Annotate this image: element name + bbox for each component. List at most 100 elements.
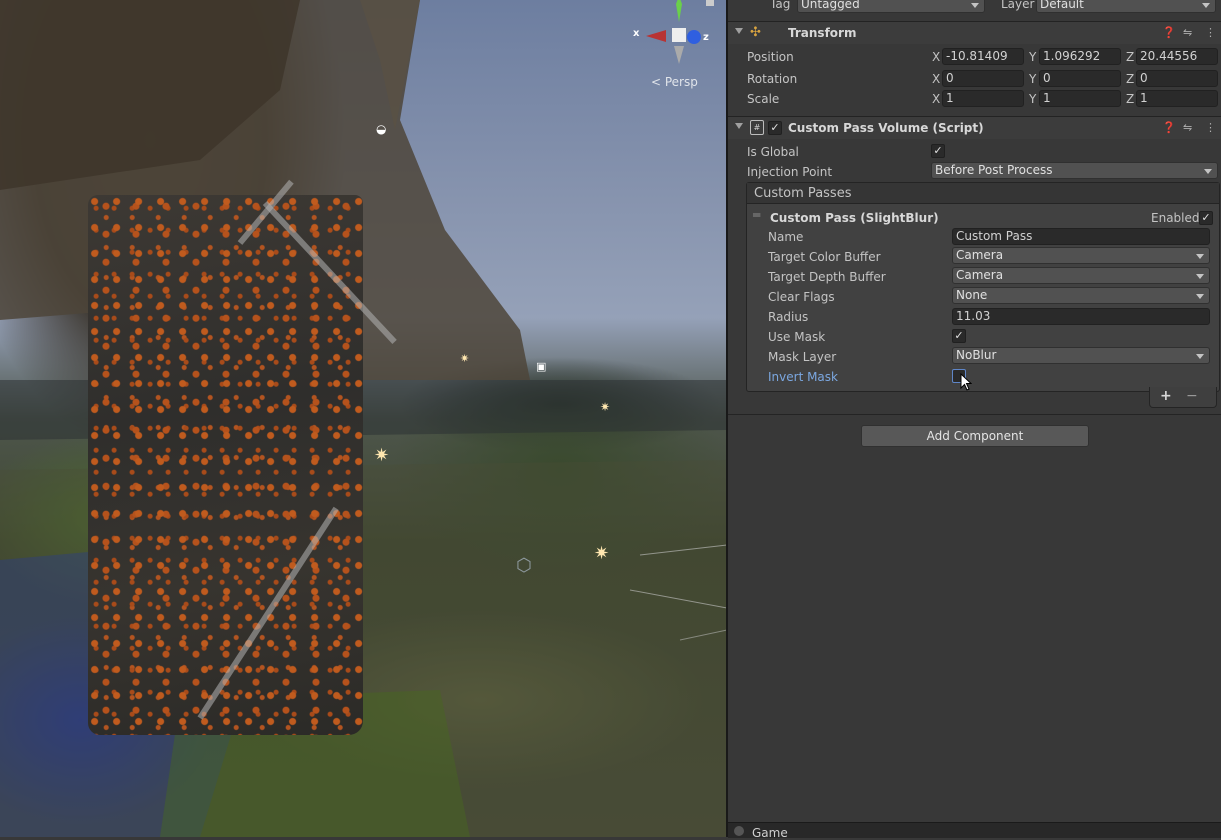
chevron-down-icon xyxy=(1204,169,1212,174)
invert-mask-label: Invert Mask xyxy=(768,370,838,384)
rotation-z-field[interactable]: 0 xyxy=(1136,70,1218,87)
custom-passes-list: Custom Passes ═ Custom Pass (SlightBlur)… xyxy=(746,182,1220,392)
is-global-checkbox[interactable]: ✓ xyxy=(931,144,945,158)
list-add-remove-footer: + − xyxy=(1149,387,1217,408)
use-mask-label: Use Mask xyxy=(768,330,826,344)
axis-z-label[interactable]: Z xyxy=(1126,50,1134,64)
projection-toggle[interactable]: < Persp xyxy=(651,75,698,89)
clear-flags-row: Clear Flags None xyxy=(747,287,1219,307)
component-separator xyxy=(728,414,1221,415)
enabled-label: Enabled xyxy=(1151,211,1200,225)
target-color-buffer-dropdown[interactable]: Camera xyxy=(952,247,1210,264)
light-gizmo-icon[interactable]: ✷ xyxy=(600,398,610,416)
axis-y-label[interactable]: Y xyxy=(1029,50,1036,64)
game-tab-icon xyxy=(734,826,744,836)
position-y-field[interactable]: 1.096292 xyxy=(1039,48,1121,65)
custom-pass-enabled-checkbox[interactable]: ✓ xyxy=(1199,211,1213,225)
custom-pass-volume-header[interactable]: # ✓ Custom Pass Volume (Script) ❓ ⇋ ⋮ xyxy=(728,116,1221,139)
gizmo-axis-x-label: x xyxy=(633,28,640,39)
add-pass-button[interactable]: + xyxy=(1160,388,1172,404)
is-global-row: Is Global ✓ xyxy=(728,142,1221,162)
rotation-row: Rotation X 0 Y 0 Z 0 xyxy=(728,69,1221,89)
transform-header[interactable]: ✣ Transform ❓ ⇋ ⋮ xyxy=(728,21,1221,44)
scene-view[interactable]: ✷ ✷ ✷ ✷ ◒ ▣ ⬡ x z < Persp xyxy=(0,0,727,837)
game-tab-bar: Game xyxy=(728,822,1221,840)
pass-name-label: Name xyxy=(768,230,804,244)
custom-passes-header: Custom Passes xyxy=(747,183,1219,204)
camera-gizmo-icon[interactable]: ▣ xyxy=(536,358,546,376)
mouse-cursor-icon xyxy=(960,373,972,391)
script-icon: # xyxy=(750,120,764,135)
injection-point-dropdown[interactable]: Before Post Process xyxy=(931,162,1218,179)
chevron-down-icon xyxy=(1196,354,1204,359)
position-x-field[interactable]: -10.81409 xyxy=(942,48,1024,65)
pass-name-row: Name Custom Pass xyxy=(747,227,1219,247)
scale-row: Scale X 1 Y 1 Z 1 xyxy=(728,89,1221,109)
component-enabled-checkbox[interactable]: ✓ xyxy=(768,121,782,135)
position-row: Position X -10.81409 Y 1.096292 Z 20.445… xyxy=(728,47,1221,67)
light-gizmo-icon[interactable]: ✷ xyxy=(594,545,609,563)
kebab-menu-icon[interactable]: ⋮ xyxy=(1205,121,1216,134)
tag-dropdown-value: Untagged xyxy=(801,0,860,11)
presets-icon[interactable]: ⇋ xyxy=(1183,26,1192,39)
mask-layer-row: Mask Layer NoBlur xyxy=(747,347,1219,367)
axis-z-label[interactable]: Z xyxy=(1126,92,1134,106)
pass-name-input[interactable]: Custom Pass xyxy=(952,228,1210,245)
clear-flags-value: None xyxy=(956,288,988,302)
probe-gizmo-icon[interactable]: ◒ xyxy=(376,120,386,138)
tag-dropdown[interactable]: Untagged xyxy=(797,0,985,13)
volume-gizmo-icon[interactable]: ⬡ xyxy=(516,557,532,575)
mask-layer-label: Mask Layer xyxy=(768,350,837,364)
target-depth-buffer-value: Camera xyxy=(956,268,1004,282)
presets-icon[interactable]: ⇋ xyxy=(1183,121,1192,134)
use-mask-checkbox[interactable]: ✓ xyxy=(952,329,966,343)
chevron-down-icon xyxy=(1202,3,1210,8)
layer-dropdown-value: Default xyxy=(1040,0,1084,11)
mask-layer-value: NoBlur xyxy=(956,348,997,362)
help-icon[interactable]: ❓ xyxy=(1162,26,1176,39)
injection-point-label: Injection Point xyxy=(747,165,833,179)
clear-flags-dropdown[interactable]: None xyxy=(952,287,1210,304)
rotation-label: Rotation xyxy=(747,72,798,86)
light-gizmo-icon[interactable]: ✷ xyxy=(460,350,469,368)
kebab-menu-icon[interactable]: ⋮ xyxy=(1205,26,1216,39)
target-depth-buffer-dropdown[interactable]: Camera xyxy=(952,267,1210,284)
radius-label: Radius xyxy=(768,310,809,324)
tab-game[interactable]: Game xyxy=(752,826,788,840)
rotation-y-field[interactable]: 0 xyxy=(1039,70,1121,87)
transform-icon: ✣ xyxy=(750,25,761,40)
axis-x-label[interactable]: X xyxy=(932,50,940,64)
position-z-field[interactable]: 20.44556 xyxy=(1136,48,1218,65)
foldout-arrow-icon[interactable] xyxy=(735,123,743,129)
scale-y-field[interactable]: 1 xyxy=(1039,90,1121,107)
injection-point-value: Before Post Process xyxy=(935,163,1053,177)
target-color-buffer-row: Target Color Buffer Camera xyxy=(747,247,1219,267)
axis-y-label[interactable]: Y xyxy=(1029,92,1036,106)
add-component-button[interactable]: Add Component xyxy=(861,425,1089,447)
scale-z-field[interactable]: 1 xyxy=(1136,90,1218,107)
target-color-buffer-value: Camera xyxy=(956,248,1004,262)
custom-pass-item-header[interactable]: ═ Custom Pass (SlightBlur) Enabled ✓ xyxy=(747,208,1219,228)
use-mask-row: Use Mask ✓ xyxy=(747,327,1219,347)
help-icon[interactable]: ❓ xyxy=(1162,121,1176,134)
light-gizmo-icon[interactable]: ✷ xyxy=(374,447,389,465)
radius-input[interactable]: 11.03 xyxy=(952,308,1210,325)
axis-z-label[interactable]: Z xyxy=(1126,72,1134,86)
is-global-label: Is Global xyxy=(747,145,799,159)
axis-x-label[interactable]: X xyxy=(932,92,940,106)
foldout-arrow-icon[interactable] xyxy=(735,28,743,34)
target-depth-buffer-label: Target Depth Buffer xyxy=(768,270,886,284)
chevron-down-icon xyxy=(1196,294,1204,299)
layer-dropdown[interactable]: Default xyxy=(1036,0,1216,13)
chevron-down-icon xyxy=(971,3,979,8)
mask-layer-dropdown[interactable]: NoBlur xyxy=(952,347,1210,364)
remove-pass-button[interactable]: − xyxy=(1186,388,1198,404)
axis-y-label[interactable]: Y xyxy=(1029,72,1036,86)
scale-x-field[interactable]: 1 xyxy=(942,90,1024,107)
axis-x-label[interactable]: X xyxy=(932,72,940,86)
rock-object[interactable] xyxy=(88,195,363,735)
custom-pass-title: Custom Pass (SlightBlur) xyxy=(770,211,939,225)
clear-flags-label: Clear Flags xyxy=(768,290,835,304)
rotation-x-field[interactable]: 0 xyxy=(942,70,1024,87)
drag-handle-icon[interactable]: ═ xyxy=(753,208,760,222)
